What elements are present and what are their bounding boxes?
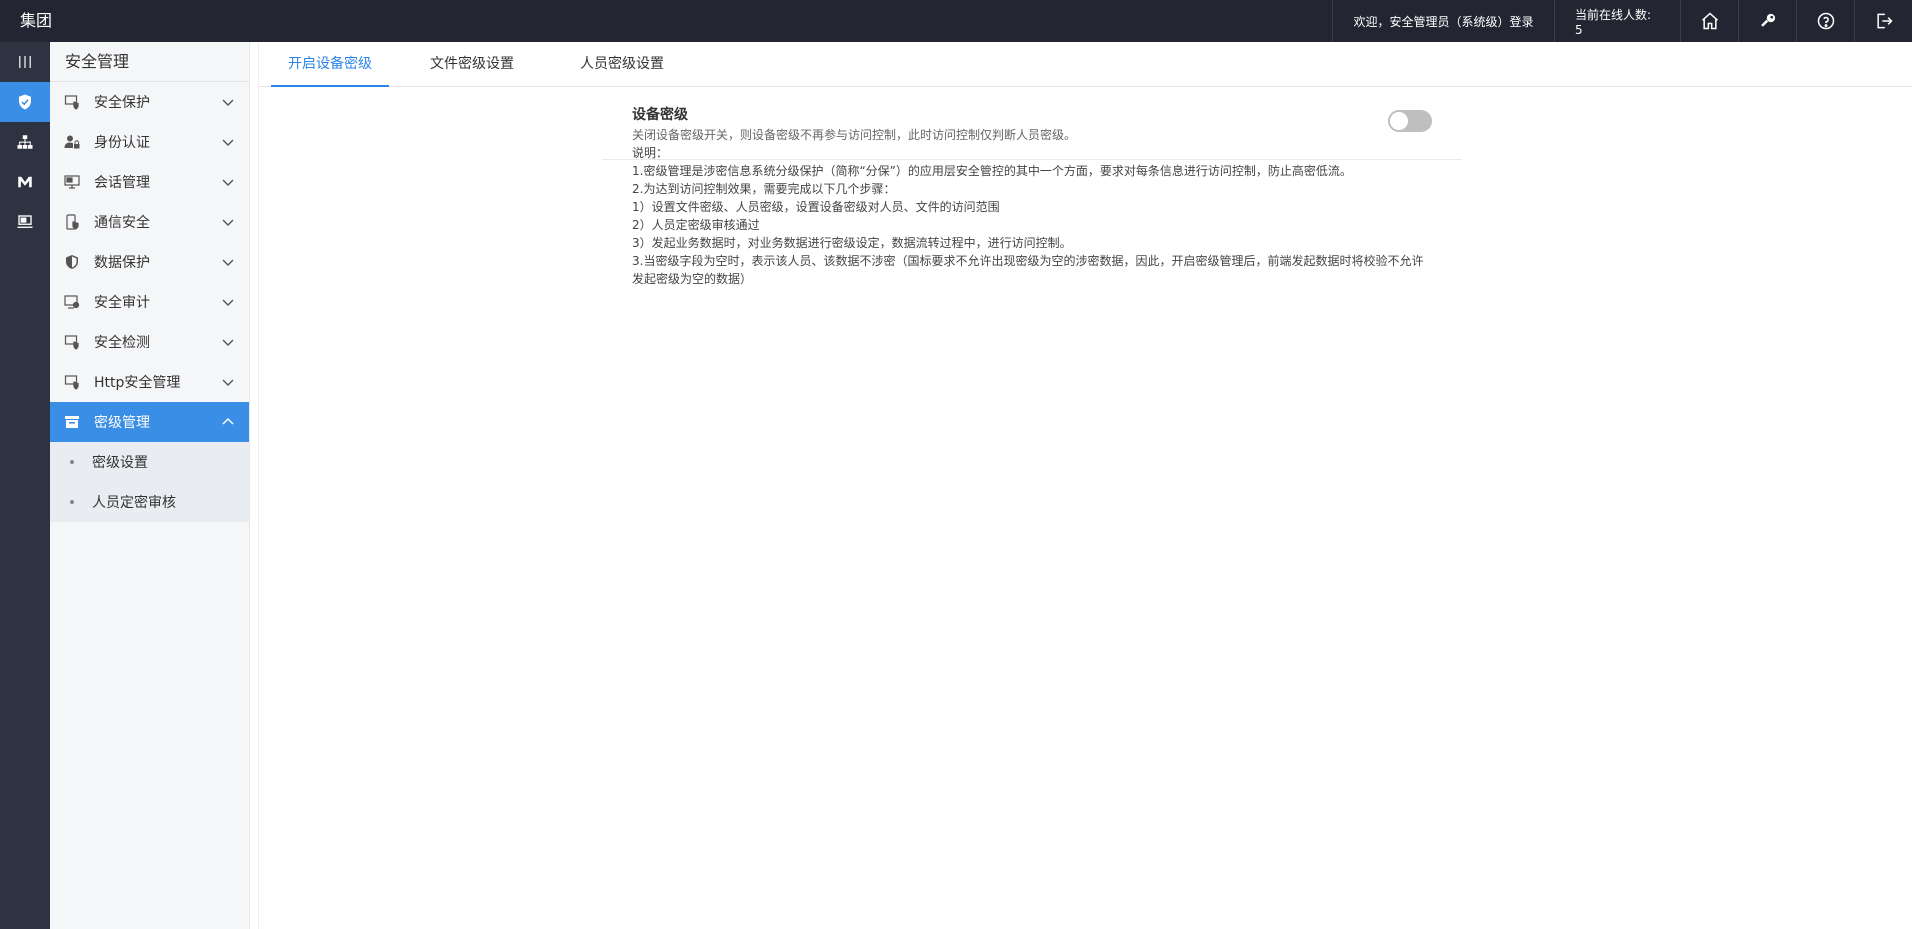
home-button[interactable] xyxy=(1680,0,1738,42)
key-button[interactable] xyxy=(1738,0,1796,42)
m-logo-icon xyxy=(18,176,32,188)
brand-title: 集团 xyxy=(20,11,53,30)
shield-icon xyxy=(64,254,80,270)
sidebar-item-session-management[interactable]: 会话管理 xyxy=(50,162,249,202)
sidebar: 安全管理 安全保护 身份认证 会话管理 通信安全 数据保护 安全审计 安全检测 … xyxy=(50,42,250,929)
welcome-text: 欢迎，安全管理员（系统级）登录 xyxy=(1332,0,1554,42)
submenu-item-label: 密级设置 xyxy=(92,455,148,471)
submenu-item-label: 人员定密审核 xyxy=(92,495,176,511)
note-line: 2）人员定密级审核通过 xyxy=(632,218,760,232)
rail-device[interactable] xyxy=(0,202,50,242)
chevron-down-icon xyxy=(222,99,234,106)
key-icon xyxy=(1760,13,1775,27)
chevron-down-icon xyxy=(222,379,234,386)
tab-enable-device-classification[interactable]: 开启设备密级 xyxy=(271,42,389,87)
sidebar-item-http-security[interactable]: Http安全管理 xyxy=(50,362,249,402)
sidebar-item-classification-management[interactable]: 密级管理 xyxy=(50,402,249,442)
sidebar-item-label: Http安全管理 xyxy=(94,375,181,391)
monitor-icon xyxy=(17,215,33,228)
instructions-notes: 说明： 1.密级管理是涉密信息系统分级保护（简称“分保”）的应用层安全管控的其中… xyxy=(632,144,1432,288)
sidebar-item-communication-security[interactable]: 通信安全 xyxy=(50,202,249,242)
rail-m-module[interactable] xyxy=(0,162,50,202)
submenu-item-personnel-review[interactable]: 人员定密审核 xyxy=(50,482,249,522)
setting-title: 设备密级 xyxy=(632,107,688,123)
sidebar-item-security-protection[interactable]: 安全保护 xyxy=(50,82,249,122)
home-icon xyxy=(1701,12,1718,30)
toggle-knob xyxy=(1390,112,1408,130)
phone-shield-icon xyxy=(64,214,80,230)
sidebar-item-label: 安全检测 xyxy=(94,335,150,351)
chevron-down-icon xyxy=(222,299,234,306)
top-bar: 集团 欢迎，安全管理员（系统级）登录 当前在线人数: 5 xyxy=(0,0,1912,42)
rail-menu-toggle[interactable] xyxy=(0,42,50,82)
menu-bars-icon xyxy=(19,56,31,68)
sidebar-item-label: 密级管理 xyxy=(94,415,150,431)
sidebar-item-security-audit[interactable]: 安全审计 xyxy=(50,282,249,322)
setting-description: 关闭设备密级开关，则设备密级不再参与访问控制，此时访问控制仅判断人员密级。 xyxy=(632,128,1077,142)
device-classification-toggle[interactable] xyxy=(1388,110,1432,132)
online-count: 当前在线人数: 5 xyxy=(1554,0,1680,42)
sidebar-item-label: 会话管理 xyxy=(94,175,150,191)
icon-rail xyxy=(0,42,50,929)
help-button[interactable] xyxy=(1796,0,1854,42)
note-line: 2.为达到访问控制效果，需要完成以下几个步骤： xyxy=(632,182,896,196)
note-line: 1）设置文件密级、人员密级，设置设备密级对人员、文件的访问范围 xyxy=(632,200,1000,214)
submenu-item-classification-settings[interactable]: 密级设置 xyxy=(50,442,249,482)
sidebar-item-label: 安全审计 xyxy=(94,295,150,311)
rail-organization[interactable] xyxy=(0,122,50,162)
logout-button[interactable] xyxy=(1854,0,1912,42)
tab-file-classification[interactable]: 文件密级设置 xyxy=(417,42,527,87)
shield-check-icon xyxy=(19,94,31,110)
session-monitor-icon xyxy=(64,174,80,190)
tab-bar: 开启设备密级 文件密级设置 人员密级设置 xyxy=(259,42,1912,87)
sidebar-title: 安全管理 xyxy=(50,42,249,82)
sidebar-item-security-detection[interactable]: 安全检测 xyxy=(50,322,249,362)
help-icon xyxy=(1817,12,1834,30)
bullet-dot xyxy=(70,500,74,504)
user-lock-icon xyxy=(64,134,80,150)
note-line: 3）发起业务数据时，对业务数据进行密级设定，数据流转过程中，进行访问控制。 xyxy=(632,236,1072,250)
chevron-down-icon xyxy=(222,259,234,266)
sidebar-item-label: 数据保护 xyxy=(94,255,150,271)
chevron-down-icon xyxy=(222,219,234,226)
chevron-down-icon xyxy=(222,139,234,146)
note-line: 1.密级管理是涉密信息系统分级保护（简称“分保”）的应用层安全管控的其中一个方面… xyxy=(632,164,1352,178)
classification-icon xyxy=(64,414,80,430)
sidebar-item-label: 身份认证 xyxy=(94,135,150,151)
rail-security[interactable] xyxy=(0,82,50,122)
logout-icon xyxy=(1876,13,1893,29)
tab-personnel-classification[interactable]: 人员密级设置 xyxy=(567,42,677,87)
top-bar-actions: 欢迎，安全管理员（系统级）登录 当前在线人数: 5 xyxy=(1332,0,1912,42)
main-content: 开启设备密级 文件密级设置 人员密级设置 设备密级 关闭设备密级开关，则设备密级… xyxy=(258,42,1912,929)
chevron-down-icon xyxy=(222,339,234,346)
chevron-up-icon xyxy=(222,418,234,425)
sidebar-item-identity-auth[interactable]: 身份认证 xyxy=(50,122,249,162)
http-security-icon xyxy=(64,374,80,390)
org-chart-icon xyxy=(17,135,33,149)
bullet-dot xyxy=(70,460,74,464)
note-line: 说明： xyxy=(632,146,669,160)
note-line: 3.当密级字段为空时，表示该人员、该数据不涉密（国标要求不允许出现密级为空的涉密… xyxy=(632,254,1424,286)
chevron-down-icon xyxy=(222,179,234,186)
classification-submenu: 密级设置 人员定密审核 xyxy=(50,442,249,522)
sidebar-item-data-protection[interactable]: 数据保护 xyxy=(50,242,249,282)
sidebar-item-label: 安全保护 xyxy=(94,95,150,111)
security-protection-icon xyxy=(64,94,80,110)
detection-icon xyxy=(64,334,80,350)
sidebar-item-label: 通信安全 xyxy=(94,215,150,231)
audit-monitor-icon xyxy=(64,294,80,310)
